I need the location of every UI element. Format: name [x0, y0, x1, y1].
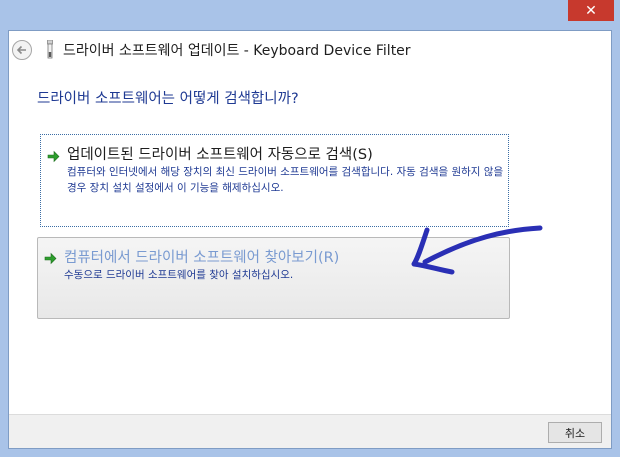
cancel-button[interactable]: 취소: [548, 422, 602, 443]
wizard-header: 드라이버 소프트웨어 업데이트 - Keyboard Device Filter: [9, 31, 611, 69]
option-title: 업데이트된 드라이버 소프트웨어 자동으로 검색(S): [67, 147, 373, 163]
wizard-footer: 취소: [9, 414, 611, 448]
close-button[interactable]: ✕: [568, 0, 614, 21]
wizard-window: ✕ 드라이버 소프트웨어 업데이트 - Keyboard Device Filt…: [0, 0, 620, 457]
close-icon: ✕: [585, 2, 597, 19]
browse-computer-option[interactable]: 컴퓨터에서 드라이버 소프트웨어 찾아보기(R) 수동으로 드라이버 소프트웨어…: [37, 237, 510, 319]
green-arrow-icon: [44, 252, 57, 265]
option-description: 수동으로 드라이버 소프트웨어를 찾아 설치하십시오.: [64, 269, 294, 281]
title-bar: ✕: [0, 0, 620, 30]
option-title: 컴퓨터에서 드라이버 소프트웨어 찾아보기(R): [64, 250, 340, 266]
wizard-content: 드라이버 소프트웨어 업데이트 - Keyboard Device Filter…: [8, 30, 612, 449]
option-description: 컴퓨터와 인터넷에서 해당 장치의 최신 드라이버 소프트웨어를 검색합니다. …: [67, 166, 504, 194]
search-automatically-option[interactable]: 업데이트된 드라이버 소프트웨어 자동으로 검색(S) 컴퓨터와 인터넷에서 해…: [40, 134, 509, 227]
green-arrow-icon: [47, 150, 60, 163]
window-title: 드라이버 소프트웨어 업데이트 - Keyboard Device Filter: [63, 43, 411, 59]
back-arrow-icon: [16, 45, 26, 55]
page-heading: 드라이버 소프트웨어는 어떻게 검색합니까?: [37, 91, 299, 107]
wizard-icon: [47, 40, 53, 59]
back-button[interactable]: [12, 40, 32, 60]
